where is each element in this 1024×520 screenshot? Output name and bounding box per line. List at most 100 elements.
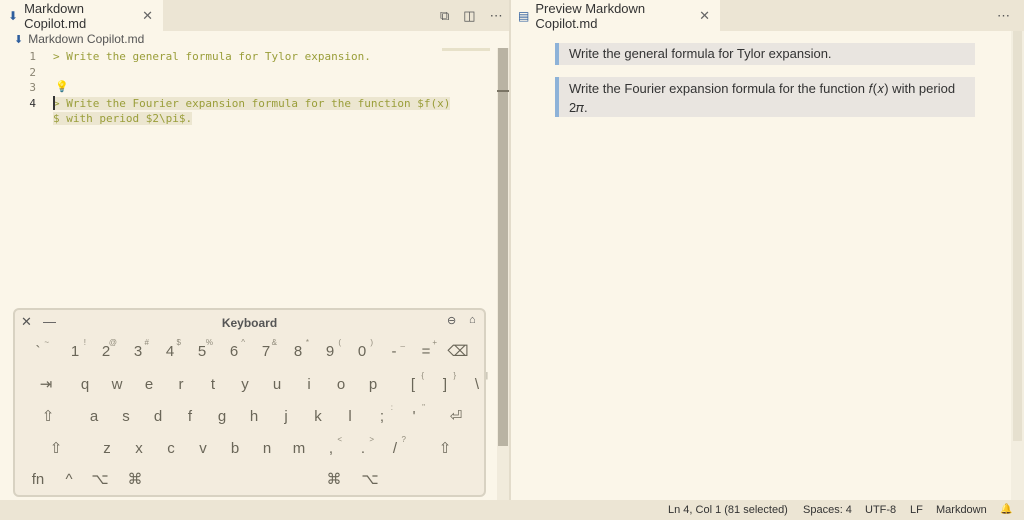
key-row5-0[interactable]: fn (23, 465, 53, 493)
key-row1-2[interactable]: 2 @ (91, 337, 121, 365)
key-row4-4[interactable]: v (188, 434, 218, 462)
key-label: ⏎ (449, 408, 463, 425)
cursor-position[interactable]: Ln 4, Col 1 (81 selected) (668, 504, 788, 516)
key-row3-12[interactable]: ⏎ (441, 402, 471, 430)
key-row2-2[interactable]: w (102, 370, 132, 398)
key-row4-11[interactable]: ⇧ (430, 434, 460, 462)
key-row3-5[interactable]: g (207, 402, 237, 430)
key-row3-2[interactable]: s (111, 402, 141, 430)
key-row3-11[interactable]: ' " (399, 402, 429, 430)
key-row3-3[interactable]: d (143, 402, 173, 430)
key-row4-5[interactable]: b (220, 434, 250, 462)
end-of-line[interactable]: LF (910, 504, 923, 516)
language-mode[interactable]: Markdown (936, 504, 987, 516)
key-row3-6[interactable]: h (239, 402, 269, 430)
close-tab-icon[interactable]: ✕ (142, 8, 153, 24)
key-label: ; (379, 407, 385, 425)
markdown-file-icon: ⬇ (8, 8, 19, 23)
key-shift-label: > (369, 435, 374, 444)
scrollbar-thumb[interactable] (498, 48, 508, 446)
key-row1-8[interactable]: 8 * (283, 337, 313, 365)
editor-scrollbar[interactable] (497, 48, 509, 500)
notifications-bell-icon[interactable]: 🔔 (1000, 504, 1012, 515)
breadcrumb-file[interactable]: Markdown Copilot.md (28, 32, 144, 46)
more-actions-icon[interactable]: ⋯ (490, 8, 503, 24)
key-row2-12[interactable]: ]} (430, 370, 460, 398)
key-row3-0[interactable]: ⇧ (33, 402, 63, 430)
key-row1-13[interactable]: ⌫ (443, 337, 473, 365)
key-label: 4 (165, 342, 175, 360)
open-preview-to-side-icon[interactable]: ⧉ (440, 8, 449, 24)
key-label: 9 (325, 342, 335, 360)
key-row4-6[interactable]: n (252, 434, 282, 462)
key-row1-7[interactable]: 7 & (251, 337, 281, 365)
preview-scrollbar[interactable] (1011, 31, 1024, 500)
key-shift-label: ( (338, 338, 341, 347)
key-row1-11[interactable]: - _ (379, 337, 409, 365)
key-row3-4[interactable]: f (175, 402, 205, 430)
key-row3-1[interactable]: a (79, 402, 109, 430)
key-row2-11[interactable]: [{ (398, 370, 428, 398)
split-editor-icon[interactable]: ◫ (463, 8, 475, 24)
key-row1-6[interactable]: 6 ^ (219, 337, 249, 365)
key-row4-8[interactable]: , < (316, 434, 346, 462)
close-preview-tab-icon[interactable]: ✕ (699, 8, 710, 24)
key-row5-1[interactable]: ^ (54, 465, 84, 493)
key-row1-9[interactable]: 9( (315, 337, 345, 365)
key-row3-8[interactable]: k (303, 402, 333, 430)
key-row2-0[interactable]: ⇥ (31, 370, 61, 398)
key-row1-1[interactable]: 1! (60, 337, 90, 365)
line-number: 4 (29, 97, 36, 110)
key-label: l (348, 407, 352, 425)
key-label: x (135, 439, 143, 457)
key-row2-3[interactable]: e (134, 370, 164, 398)
encoding[interactable]: UTF-8 (865, 504, 896, 516)
key-row1-3[interactable]: 3 # (123, 337, 153, 365)
breadcrumb[interactable]: ⬇ Markdown Copilot.md (14, 32, 144, 46)
key-row4-2[interactable]: x (124, 434, 154, 462)
indentation[interactable]: Spaces: 4 (803, 504, 852, 516)
key-row5-4[interactable]: ⌘ (319, 465, 349, 493)
key-row2-8[interactable]: i (294, 370, 324, 398)
key-row2-1[interactable]: q (70, 370, 100, 398)
key-row4-10[interactable]: /? (380, 434, 410, 462)
key-row2-6[interactable]: y (230, 370, 260, 398)
more-actions-icon[interactable]: ⋯ (997, 8, 1010, 24)
key-row2-7[interactable]: u (262, 370, 292, 398)
key-row5-5[interactable]: ⌥ (355, 465, 385, 493)
key-row4-3[interactable]: c (156, 434, 186, 462)
key-row1-10[interactable]: 0) (347, 337, 377, 365)
key-row3-10[interactable]: ;: (367, 402, 397, 430)
key-row2-10[interactable]: p (358, 370, 388, 398)
key-shift-label: ! (83, 338, 86, 347)
tab-markdown-copilot[interactable]: ⬇ Markdown Copilot.md ✕ (0, 0, 163, 31)
key-row4-0[interactable]: ⇧ (41, 434, 71, 462)
minimap[interactable] (442, 48, 490, 51)
key-row4-1[interactable]: z (92, 434, 122, 462)
key-label: ] (442, 375, 448, 393)
key-row2-5[interactable]: t (198, 370, 228, 398)
key-row5-2[interactable]: ⌥ (85, 465, 115, 493)
key-label: a (89, 407, 99, 425)
key-row5-3[interactable]: ⌘ (120, 465, 150, 493)
key-shift-label: _ (400, 338, 405, 347)
key-row3-7[interactable]: j (271, 402, 301, 430)
tab-preview[interactable]: ▤ Preview Markdown Copilot.md ✕ (511, 0, 720, 31)
key-row1-12[interactable]: = + (411, 337, 441, 365)
key-label: ^ (65, 470, 73, 488)
scrollbar-thumb[interactable] (1013, 31, 1022, 441)
key-row4-9[interactable]: . > (348, 434, 378, 462)
lightbulb-icon[interactable]: 💡 (55, 80, 69, 93)
keyboard-home-icon[interactable]: ⌂ (469, 314, 476, 326)
key-row2-4[interactable]: r (166, 370, 196, 398)
key-row1-5[interactable]: 5% (187, 337, 217, 365)
key-row1-0[interactable]: ` ~ (23, 337, 53, 365)
key-row2-13[interactable]: \ | (462, 370, 492, 398)
tab-title: Markdown Copilot.md (24, 0, 87, 31)
key-label: j (284, 407, 288, 425)
key-row1-4[interactable]: 4 $ (155, 337, 185, 365)
key-row4-7[interactable]: m (284, 434, 314, 462)
key-row2-9[interactable]: o (326, 370, 356, 398)
key-row3-9[interactable]: l (335, 402, 365, 430)
keyboard-options-icon[interactable]: ⊖ (447, 314, 456, 327)
